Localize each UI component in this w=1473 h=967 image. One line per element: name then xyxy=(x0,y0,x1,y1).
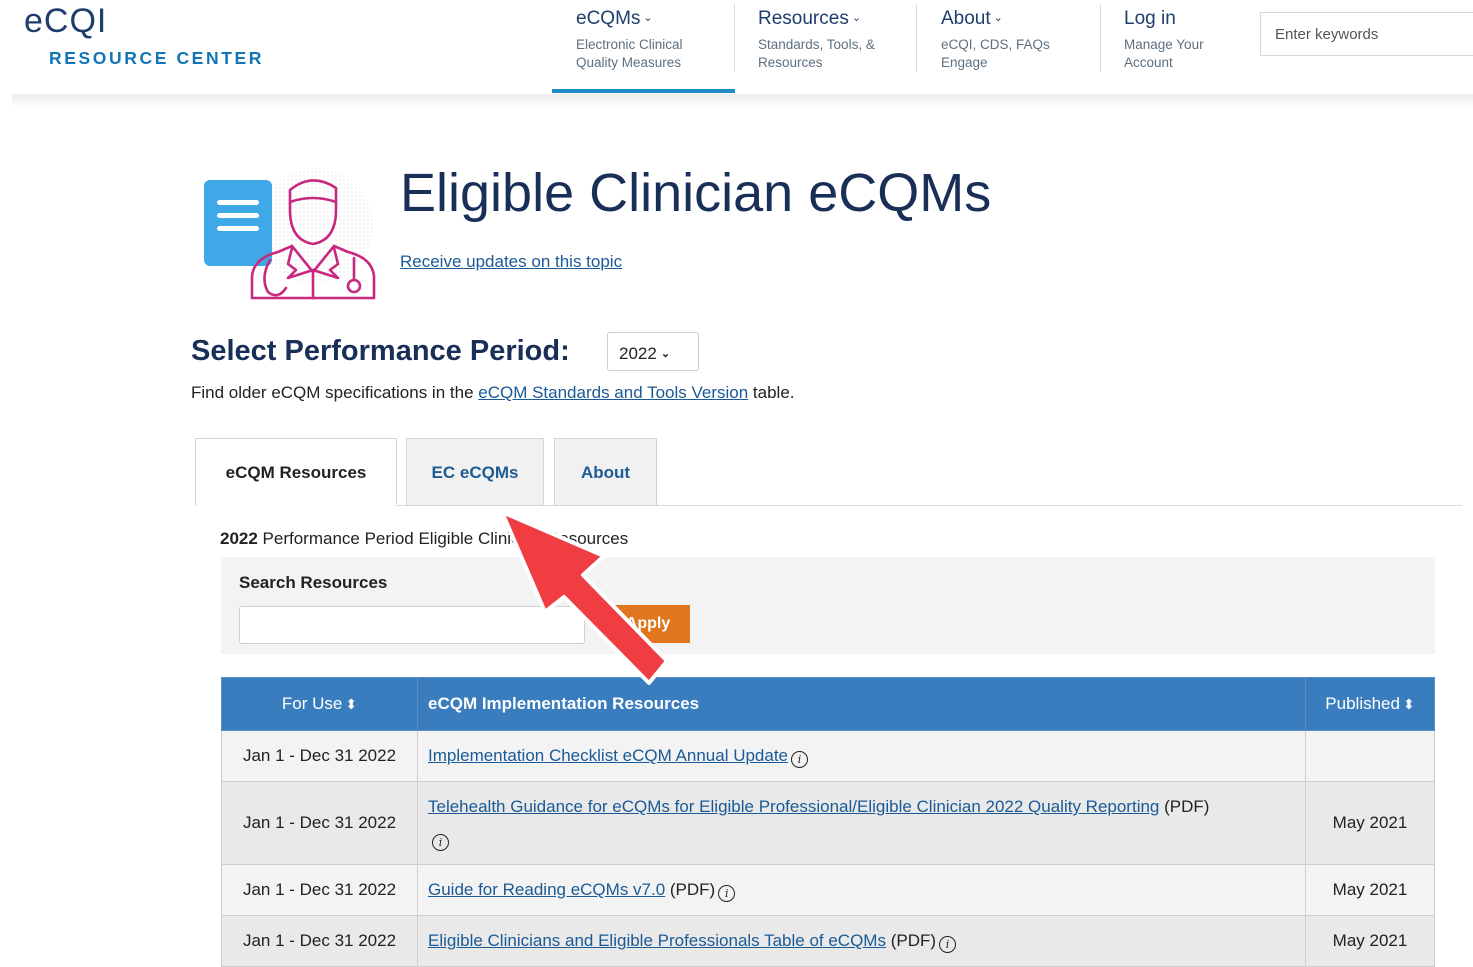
resources-heading-year: 2022 xyxy=(220,529,258,548)
nav-about[interactable]: About ⌄ eCQI, CDS, FAQs Engage xyxy=(917,0,1100,94)
chevron-down-icon: ⌄ xyxy=(993,12,1003,24)
tab-ecqm-resources[interactable]: eCQM Resources xyxy=(195,438,397,506)
resource-link[interactable]: Implementation Checklist eCQM Annual Upd… xyxy=(428,746,788,765)
nav-ecqms[interactable]: eCQMs ⌄ Electronic Clinical Quality Measu… xyxy=(552,0,735,94)
performance-period-select[interactable]: 2022 ⌄ xyxy=(607,332,699,371)
older-specs-suffix: table. xyxy=(748,383,795,402)
receive-updates-link[interactable]: Receive updates on this topic xyxy=(400,252,622,272)
nav-ecqms-title[interactable]: eCQMs ⌄ xyxy=(576,8,653,30)
info-icon[interactable]: i xyxy=(718,885,736,902)
logo-main[interactable]: eCQI xyxy=(24,2,107,41)
resource-cell: Eligible Clinicians and Eligible Profess… xyxy=(417,915,1306,967)
nav-login-subtitle[interactable]: Manage Your Account xyxy=(1124,36,1234,72)
published-cell: May 2021 xyxy=(1305,781,1435,865)
performance-period-label: Select Performance Period: xyxy=(191,335,570,367)
nav-resources-title[interactable]: Resources ⌄ xyxy=(758,8,861,30)
chevron-down-icon: ⌄ xyxy=(643,12,653,24)
sort-icon[interactable]: ⬍ xyxy=(1403,696,1415,712)
keyword-search-input[interactable] xyxy=(1273,13,1473,55)
header-shadow xyxy=(12,94,1473,108)
resources-heading-text: Performance Period Eligible Clinician Re… xyxy=(257,529,629,548)
info-icon[interactable]: i xyxy=(432,834,449,851)
table-row: Jan 1 - Dec 31 2022 Eligible Clinicians … xyxy=(221,915,1435,967)
nav-active-indicator xyxy=(552,89,735,93)
nav-about-title[interactable]: About ⌄ xyxy=(941,8,1003,30)
published-cell: May 2021 xyxy=(1305,915,1435,967)
resources-table: For Use ⬍ eCQM Implementation Resources P… xyxy=(221,677,1435,967)
site-header: eCQI RESOURCE CENTER eCQMs ⌄ Electronic C… xyxy=(0,0,1473,94)
search-resources-input[interactable] xyxy=(239,606,585,644)
resource-suffix: (PDF) xyxy=(665,880,716,899)
table-header-row: For Use ⬍ eCQM Implementation Resources P… xyxy=(221,677,1435,731)
resource-cell: Telehealth Guidance for eCQMs for Eligib… xyxy=(417,781,1306,865)
col-published-header[interactable]: Published ⬍ xyxy=(1305,677,1435,731)
logo-subtitle[interactable]: RESOURCE CENTER xyxy=(49,48,264,69)
clinician-document-icon xyxy=(204,168,376,300)
info-icon[interactable]: i xyxy=(791,751,809,768)
resource-link[interactable]: Guide for Reading eCQMs v7.0 xyxy=(428,880,665,899)
standards-tools-version-link[interactable]: eCQM Standards and Tools Version xyxy=(478,383,748,402)
nav-ecqms-subtitle[interactable]: Electronic Clinical Quality Measures xyxy=(576,36,716,72)
nav-resources-subtitle[interactable]: Standards, Tools, & Resources xyxy=(758,36,898,72)
page-title: Eligible Clinician eCQMs xyxy=(400,163,992,223)
keyword-search-box xyxy=(1260,12,1473,56)
for-use-cell: Jan 1 - Dec 31 2022 xyxy=(221,915,418,967)
col-resources-header: eCQM Implementation Resources xyxy=(417,677,1306,731)
col-for-use-header[interactable]: For Use ⬍ xyxy=(221,677,418,731)
resource-suffix: (PDF) xyxy=(1159,797,1210,816)
apply-button[interactable]: Apply xyxy=(606,605,690,643)
chevron-down-icon: ⌄ xyxy=(851,12,862,24)
nav-login-title[interactable]: Log in xyxy=(1124,8,1176,30)
resource-suffix: (PDF) xyxy=(885,931,937,950)
table-row: Jan 1 - Dec 31 2022 Implementation Check… xyxy=(221,730,1435,782)
published-cell xyxy=(1305,730,1435,782)
for-use-cell: Jan 1 - Dec 31 2022 xyxy=(221,781,418,865)
info-icon[interactable]: i xyxy=(939,936,957,953)
tab-about[interactable]: About xyxy=(554,438,657,506)
resource-link[interactable]: Eligible Clinicians and Eligible Profess… xyxy=(428,931,886,950)
tab-ec-ecqms[interactable]: EC eCQMs xyxy=(406,438,544,506)
older-specs-note: Find older eCQM specifications in the eC… xyxy=(191,383,795,403)
chevron-down-icon: ⌄ xyxy=(660,348,671,360)
nav-about-subtitle[interactable]: eCQI, CDS, FAQs Engage xyxy=(941,36,1081,72)
resource-cell: Implementation Checklist eCQM Annual Upd… xyxy=(417,730,1306,782)
resource-link[interactable]: Telehealth Guidance for eCQMs for Eligib… xyxy=(428,797,1159,816)
performance-period-value: 2022 xyxy=(619,344,657,363)
sort-icon[interactable]: ⬍ xyxy=(345,696,357,712)
for-use-cell: Jan 1 - Dec 31 2022 xyxy=(221,864,418,916)
older-specs-prefix: Find older eCQM specifications in the xyxy=(191,383,479,402)
table-row: Jan 1 - Dec 31 2022 Telehealth Guidance … xyxy=(221,781,1435,865)
nav-login[interactable]: Log in Manage Your Account xyxy=(1100,0,1250,94)
nav-resources[interactable]: Resources ⌄ Standards, Tools, & Resources xyxy=(734,0,917,94)
search-resources-label: Search Resources xyxy=(239,573,388,592)
resources-heading: 2022 Performance Period Eligible Clinici… xyxy=(220,529,628,549)
resource-cell: Guide for Reading eCQMs v7.0 (PDF) i xyxy=(417,864,1306,916)
table-row: Jan 1 - Dec 31 2022 Guide for Reading eC… xyxy=(221,864,1435,916)
for-use-cell: Jan 1 - Dec 31 2022 xyxy=(221,730,418,782)
published-cell: May 2021 xyxy=(1305,864,1435,916)
